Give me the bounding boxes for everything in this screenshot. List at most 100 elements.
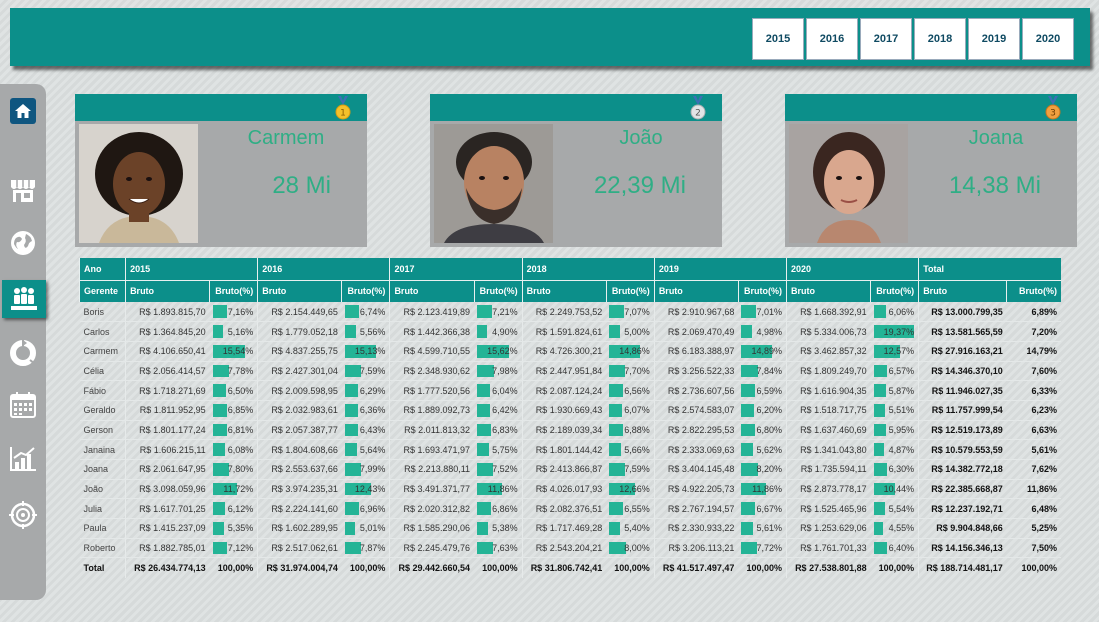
pct-data-bar (344, 502, 360, 516)
header-gross[interactable]: Bruto (785, 279, 871, 302)
year-button-2016[interactable]: 2016 (806, 18, 858, 60)
gross-pct-cell: 4,55% (870, 518, 919, 539)
pct-value: 4,55% (888, 523, 915, 534)
pct-value: 7,87% (359, 543, 386, 554)
gross-pct-cell: 7,87% (341, 538, 390, 559)
year-button-2015[interactable]: 2015 (752, 18, 804, 60)
gross-pct-cell: 10,44% (870, 479, 919, 500)
pct-data-bar (344, 522, 356, 535)
pct-value: 5,61% (756, 523, 782, 534)
gross-pct-cell: 7,21% (474, 302, 523, 323)
gross-cell: R$ 4.026.017,93 (521, 479, 607, 500)
nav-people[interactable] (2, 280, 46, 318)
gross-pct-cell: 6,55% (606, 498, 655, 520)
pct-data-bar (344, 423, 359, 437)
year-button-2019[interactable]: 2019 (968, 18, 1020, 60)
pct-value: 8,00% (624, 543, 650, 554)
nav-globe[interactable] (4, 224, 42, 262)
header-year-2018[interactable]: 2018 (521, 258, 655, 280)
header-manager[interactable]: Gerente (78, 279, 126, 302)
gross-cell: R$ 2.189.039,34 (521, 420, 607, 441)
gross-cell: R$ 2.427.301,04 (257, 361, 342, 382)
pct-value: 7,16% (227, 306, 254, 317)
pct-value: 7,21% (492, 306, 518, 317)
pct-value: 6,07% (624, 405, 650, 416)
gross-pct-cell: 6,20% (738, 400, 787, 421)
grand-total-cell: R$ 188.714.481,17 (918, 557, 1007, 578)
table-row: Carmem R$ 4.106.650,41 15,54% R$ 4.837.255,… (79, 341, 1061, 362)
gross-cell: R$ 2.447.951,84 (521, 361, 607, 382)
header-gross[interactable]: Bruto (389, 279, 475, 302)
pct-value: 6,42% (492, 405, 518, 416)
total-pct-cell: 100,00% (482, 563, 518, 574)
gross-pct-cell: 5,51% (870, 400, 919, 421)
year-button-2020[interactable]: 2020 (1022, 18, 1074, 60)
header-gross-pct[interactable]: Bruto(%) (209, 279, 258, 302)
pct-value: 12,43% (354, 484, 386, 495)
top-manager-card-2: 2 João 22,39 Mi (430, 94, 722, 247)
pct-value: 19,37% (883, 326, 915, 337)
header-gross-pct[interactable]: Bruto(%) (341, 279, 390, 302)
header-gross[interactable]: Bruto (521, 279, 607, 302)
gross-cell: R$ 1.693.471,97 (389, 439, 475, 460)
pct-value: 5,38% (492, 523, 518, 534)
gross-cell: R$ 3.404.145,48 (653, 459, 739, 480)
total-pct-cell: 100,00% (746, 563, 782, 574)
header-year-2015[interactable]: 2015 (125, 258, 258, 280)
nav-target[interactable] (4, 496, 42, 534)
header-gross[interactable]: Bruto (918, 279, 1007, 302)
total-pct-cell: 5,25% (1006, 518, 1061, 539)
total-row: Total R$ 26.434.774,13 100,00% R$ 31.974.00… (80, 557, 1062, 578)
manager-name-cell: Carlos (79, 321, 126, 342)
gross-pct-cell: 6,50% (209, 380, 258, 401)
total-pct-cell: 7,62% (1006, 459, 1061, 480)
gross-pct-cell: 6,96% (341, 498, 390, 520)
gold-medal-icon: 1 (335, 96, 351, 120)
pct-data-bar (212, 325, 224, 338)
total-gross-cell: R$ 9.904.848,66 (918, 518, 1007, 539)
pct-value: 7,12% (227, 543, 254, 554)
pct-data-bar (609, 423, 624, 437)
store-icon (11, 180, 35, 202)
year-button-2018[interactable]: 2018 (914, 18, 966, 60)
gross-cell: R$ 1.442.366,38 (389, 321, 475, 342)
header-total[interactable]: Total (918, 258, 1061, 280)
nav-home[interactable] (4, 92, 42, 130)
header-gross[interactable]: Bruto (257, 279, 342, 302)
pct-data-bar (212, 384, 227, 397)
header-year-2019[interactable]: 2019 (653, 258, 787, 280)
pie-chart-icon (10, 340, 36, 366)
header-gross[interactable]: Bruto (653, 279, 739, 302)
table-row: Paula R$ 1.415.237,09 5,35% R$ 1.602.289,95… (79, 518, 1061, 539)
header-year-2020[interactable]: 2020 (785, 258, 919, 280)
globe-icon (11, 231, 35, 255)
gross-cell: R$ 6.183.388,97 (653, 341, 739, 362)
manager-name: Joana (968, 127, 1024, 149)
nav-store[interactable] (4, 172, 42, 210)
header-gross-pct[interactable]: Bruto(%) (1006, 279, 1061, 302)
gross-cell: R$ 3.462.857,32 (785, 341, 871, 362)
pct-data-bar (741, 384, 756, 397)
gross-pct-cell: 7,80% (209, 459, 258, 480)
nav-calendar[interactable] (4, 386, 42, 424)
header-year-2016[interactable]: 2016 (257, 258, 390, 280)
nav-pie-chart[interactable] (4, 334, 42, 372)
header-year-2017[interactable]: 2017 (389, 258, 523, 280)
pct-data-bar (212, 502, 226, 516)
total-label: Total (83, 563, 105, 574)
gross-pct-cell: 5,16% (209, 321, 258, 342)
header-gross-pct[interactable]: Bruto(%) (870, 279, 919, 302)
manager-name: João (619, 127, 663, 149)
manager-name-cell: Célia (79, 361, 126, 382)
gross-cell: R$ 1.364.845,20 (125, 321, 210, 342)
pct-value: 6,57% (888, 365, 915, 376)
year-button-2017[interactable]: 2017 (860, 18, 912, 60)
header-gross-pct[interactable]: Bruto(%) (605, 279, 655, 302)
header-gross[interactable]: Bruto (125, 279, 210, 302)
pct-value: 6,67% (756, 503, 782, 514)
gross-cell: R$ 2.061.647,95 (125, 459, 210, 480)
header-gross-pct[interactable]: Bruto(%) (473, 279, 523, 302)
header-gross-pct[interactable]: Bruto(%) (737, 279, 787, 302)
nav-bar-chart[interactable] (4, 440, 42, 478)
gross-cell: R$ 1.779.052,18 (257, 321, 342, 342)
